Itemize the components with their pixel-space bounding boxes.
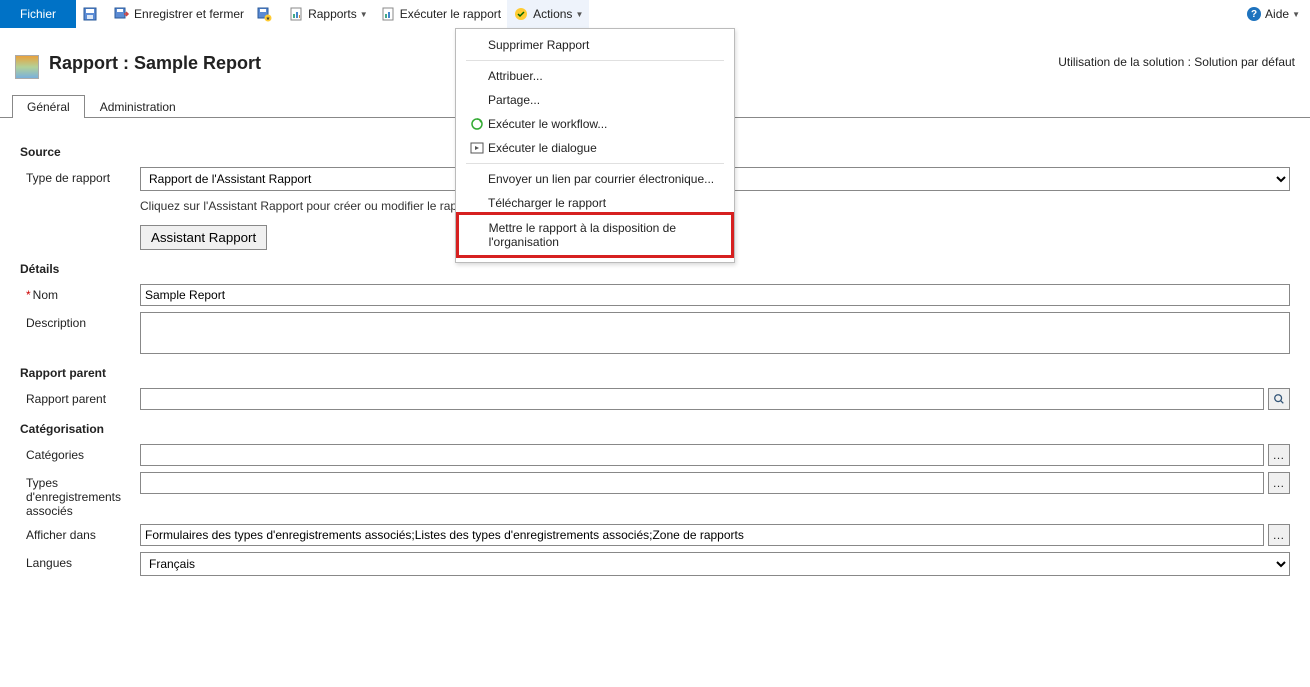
search-icon xyxy=(1273,393,1285,405)
actions-label: Actions xyxy=(533,7,572,21)
required-icon: * xyxy=(26,288,31,302)
section-categorization: Catégorisation xyxy=(20,422,1290,436)
solution-label: Utilisation de la solution : Solution pa… xyxy=(1058,53,1295,69)
label-show-in: Afficher dans xyxy=(20,524,140,542)
menu-label: Exécuter le dialogue xyxy=(488,141,597,155)
menu-label: Partage... xyxy=(488,93,540,107)
report-wizard-button[interactable]: Assistant Rapport xyxy=(140,225,267,250)
command-bar: Fichier Enregistrer et fermer ★ Rapports… xyxy=(0,0,1310,28)
row-categories: Catégories … xyxy=(20,444,1290,466)
run-report-button[interactable]: Exécuter le rapport xyxy=(374,0,507,28)
languages-select[interactable]: Français xyxy=(140,552,1290,576)
menu-delete-report[interactable]: Supprimer Rapport xyxy=(456,33,734,57)
menu-label: Attribuer... xyxy=(488,69,543,83)
related-types-input[interactable] xyxy=(140,472,1264,494)
tab-general[interactable]: Général xyxy=(12,95,85,118)
row-description: Description xyxy=(20,312,1290,354)
row-related-types: Types d'enregistrements associés … xyxy=(20,472,1290,518)
label-languages: Langues xyxy=(20,552,140,570)
reports-menu-button[interactable]: Rapports ▼ xyxy=(282,0,374,28)
save-new-icon: ★ xyxy=(256,6,272,22)
help-icon: ? xyxy=(1247,7,1261,21)
menu-email-link[interactable]: Envoyer un lien par courrier électroniqu… xyxy=(456,167,734,191)
row-name: *Nom xyxy=(20,284,1290,306)
section-details: Détails xyxy=(20,262,1290,276)
report-entity-icon xyxy=(15,55,39,79)
save-and-close-button[interactable]: Enregistrer et fermer xyxy=(108,0,250,28)
save-new-button[interactable]: ★ xyxy=(250,0,282,28)
menu-label: Envoyer un lien par courrier électroniqu… xyxy=(488,172,714,186)
label-name: *Nom xyxy=(20,284,140,302)
highlighted-menu-item: Mettre le rapport à la disposition de l'… xyxy=(456,212,734,258)
lookup-button[interactable] xyxy=(1268,388,1290,410)
page-title: Rapport : Sample Report xyxy=(49,53,261,74)
actions-icon xyxy=(513,6,529,22)
menu-run-dialog[interactable]: Exécuter le dialogue xyxy=(456,136,734,160)
save-close-icon xyxy=(114,6,130,22)
menu-label: Mettre le rapport à la disposition de l'… xyxy=(489,221,721,249)
ellipsis-button[interactable]: … xyxy=(1268,444,1290,466)
ellipsis-button[interactable]: … xyxy=(1268,472,1290,494)
run-report-label: Exécuter le rapport xyxy=(400,7,501,21)
tab-administration[interactable]: Administration xyxy=(85,95,191,118)
menu-make-available-to-org[interactable]: Mettre le rapport à la disposition de l'… xyxy=(459,215,731,255)
description-textarea[interactable] xyxy=(140,312,1290,354)
row-parent: Rapport parent xyxy=(20,388,1290,410)
label-report-type: Type de rapport xyxy=(20,167,140,185)
chevron-down-icon: ▼ xyxy=(360,10,368,19)
section-parent: Rapport parent xyxy=(20,366,1290,380)
parent-report-lookup[interactable] xyxy=(140,388,1264,410)
menu-separator xyxy=(466,163,724,164)
svg-text:★: ★ xyxy=(266,16,271,22)
label-parent: Rapport parent xyxy=(20,388,140,406)
menu-label: Exécuter le workflow... xyxy=(488,117,607,131)
show-in-input[interactable] xyxy=(140,524,1264,546)
save-icon xyxy=(82,6,98,22)
chevron-down-icon: ▼ xyxy=(575,10,583,19)
reports-label: Rapports xyxy=(308,7,357,21)
name-input[interactable] xyxy=(140,284,1290,306)
report-icon xyxy=(288,6,304,22)
save-button[interactable] xyxy=(76,0,108,28)
label-categories: Catégories xyxy=(20,444,140,462)
chevron-down-icon: ▼ xyxy=(1292,10,1300,19)
label-description: Description xyxy=(20,312,140,330)
file-button[interactable]: Fichier xyxy=(0,0,76,28)
row-show-in: Afficher dans … xyxy=(20,524,1290,546)
dialog-icon xyxy=(466,141,488,155)
workflow-icon xyxy=(466,117,488,131)
menu-label: Télécharger le rapport xyxy=(488,196,606,210)
categories-input[interactable] xyxy=(140,444,1264,466)
save-close-label: Enregistrer et fermer xyxy=(134,7,244,21)
menu-run-workflow[interactable]: Exécuter le workflow... xyxy=(456,112,734,136)
help-button[interactable]: ? Aide ▼ xyxy=(1237,7,1310,21)
menu-share[interactable]: Partage... xyxy=(456,88,734,112)
menu-separator xyxy=(466,60,724,61)
help-label: Aide xyxy=(1265,7,1289,21)
run-report-icon xyxy=(380,6,396,22)
actions-menu-button[interactable]: Actions ▼ xyxy=(507,0,589,28)
label-related-types: Types d'enregistrements associés xyxy=(20,472,140,518)
row-languages: Langues Français xyxy=(20,552,1290,576)
ellipsis-button[interactable]: … xyxy=(1268,524,1290,546)
actions-dropdown: Supprimer Rapport Attribuer... Partage..… xyxy=(455,28,735,263)
menu-label: Supprimer Rapport xyxy=(488,38,589,52)
menu-assign[interactable]: Attribuer... xyxy=(456,64,734,88)
